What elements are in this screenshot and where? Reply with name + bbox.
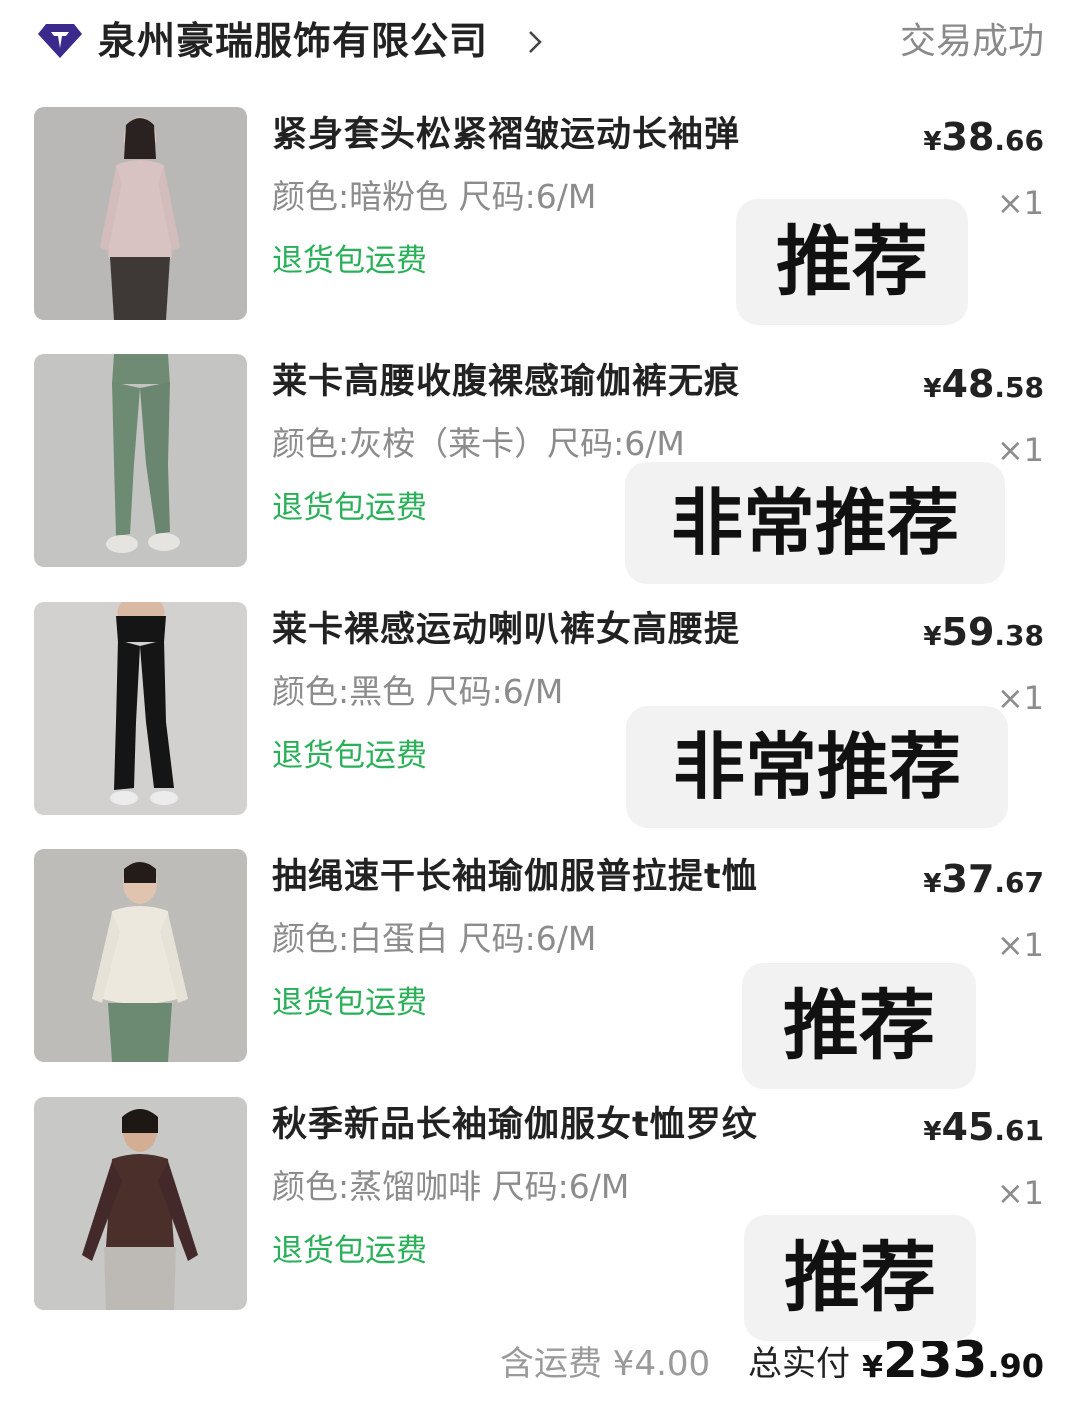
item-title[interactable]: 紧身套头松紧褶皱运动长袖弹 bbox=[272, 111, 740, 159]
shipping-fee: 含运费 ¥4.00 bbox=[500, 1344, 711, 1384]
return-shipping-tag: 退货包运费 bbox=[272, 985, 427, 1021]
recommend-badge: 推荐 bbox=[744, 1215, 976, 1341]
return-shipping-tag: 退货包运费 bbox=[272, 1233, 427, 1269]
item-quantity: ×1 bbox=[996, 431, 1044, 469]
black-flare-pants-image[interactable] bbox=[34, 602, 247, 815]
chevron-right-icon[interactable] bbox=[526, 28, 544, 56]
item-price: ¥45.61 bbox=[923, 1105, 1044, 1149]
item-quantity: ×1 bbox=[996, 184, 1044, 222]
return-shipping-tag: 退货包运费 bbox=[272, 738, 427, 774]
diamond-shop-icon[interactable] bbox=[38, 22, 82, 60]
order-item[interactable]: 抽绳速干长袖瑜伽服普拉提t恤 颜色:白蛋白 尺码:6/M 退货包运费 ¥37.6… bbox=[0, 849, 1080, 1089]
item-spec: 颜色:白蛋白 尺码:6/M bbox=[272, 919, 597, 958]
item-spec: 颜色:黑色 尺码:6/M bbox=[272, 672, 564, 711]
item-price: ¥38.66 bbox=[923, 115, 1044, 159]
brown-ribbed-tee-image[interactable] bbox=[34, 1097, 247, 1310]
item-price: ¥48.58 bbox=[923, 362, 1044, 406]
item-title[interactable]: 莱卡裸感运动喇叭裤女高腰提 bbox=[272, 606, 740, 654]
return-shipping-tag: 退货包运费 bbox=[272, 490, 427, 526]
item-price: ¥59.38 bbox=[923, 610, 1044, 654]
item-spec: 颜色:暗粉色 尺码:6/M bbox=[272, 177, 597, 216]
order-item[interactable]: 莱卡裸感运动喇叭裤女高腰提 颜色:黑色 尺码:6/M 退货包运费 ¥59.38 … bbox=[0, 602, 1080, 828]
shop-name[interactable]: 泉州豪瑞服饰有限公司 bbox=[98, 16, 488, 66]
highly-recommend-badge: 非常推荐 bbox=[626, 706, 1008, 828]
total-paid-label: 总实付 bbox=[748, 1344, 850, 1384]
return-shipping-tag: 退货包运费 bbox=[272, 243, 427, 279]
recommend-badge: 推荐 bbox=[736, 199, 968, 325]
green-leggings-image[interactable] bbox=[34, 354, 247, 567]
recommend-badge: 推荐 bbox=[742, 963, 976, 1089]
pink-longsleeve-top-image[interactable] bbox=[34, 107, 247, 320]
white-longsleeve-tee-image[interactable] bbox=[34, 849, 247, 1062]
item-title[interactable]: 莱卡高腰收腹裸感瑜伽裤无痕 bbox=[272, 358, 740, 406]
item-spec: 颜色:灰桉（莱卡）尺码:6/M bbox=[272, 424, 685, 463]
order-item[interactable]: 秋季新品长袖瑜伽服女t恤罗纹 颜色:蒸馏咖啡 尺码:6/M 退货包运费 ¥45.… bbox=[0, 1097, 1080, 1341]
order-item[interactable]: 紧身套头松紧褶皱运动长袖弹 颜色:暗粉色 尺码:6/M 退货包运费 ¥38.66… bbox=[0, 107, 1080, 325]
order-status: 交易成功 bbox=[899, 21, 1044, 62]
item-quantity: ×1 bbox=[996, 679, 1044, 717]
highly-recommend-badge: 非常推荐 bbox=[625, 462, 1005, 584]
item-quantity: ×1 bbox=[996, 1174, 1044, 1212]
item-quantity: ×1 bbox=[996, 926, 1044, 964]
shop-header: 泉州豪瑞服饰有限公司 交易成功 bbox=[0, 0, 1080, 84]
order-item[interactable]: 莱卡高腰收腹裸感瑜伽裤无痕 颜色:灰桉（莱卡）尺码:6/M 退货包运费 ¥48.… bbox=[0, 354, 1080, 584]
item-title[interactable]: 抽绳速干长袖瑜伽服普拉提t恤 bbox=[272, 853, 758, 901]
item-title[interactable]: 秋季新品长袖瑜伽服女t恤罗纹 bbox=[272, 1101, 758, 1149]
item-spec: 颜色:蒸馏咖啡 尺码:6/M bbox=[272, 1167, 630, 1206]
item-price: ¥37.67 bbox=[923, 857, 1044, 901]
